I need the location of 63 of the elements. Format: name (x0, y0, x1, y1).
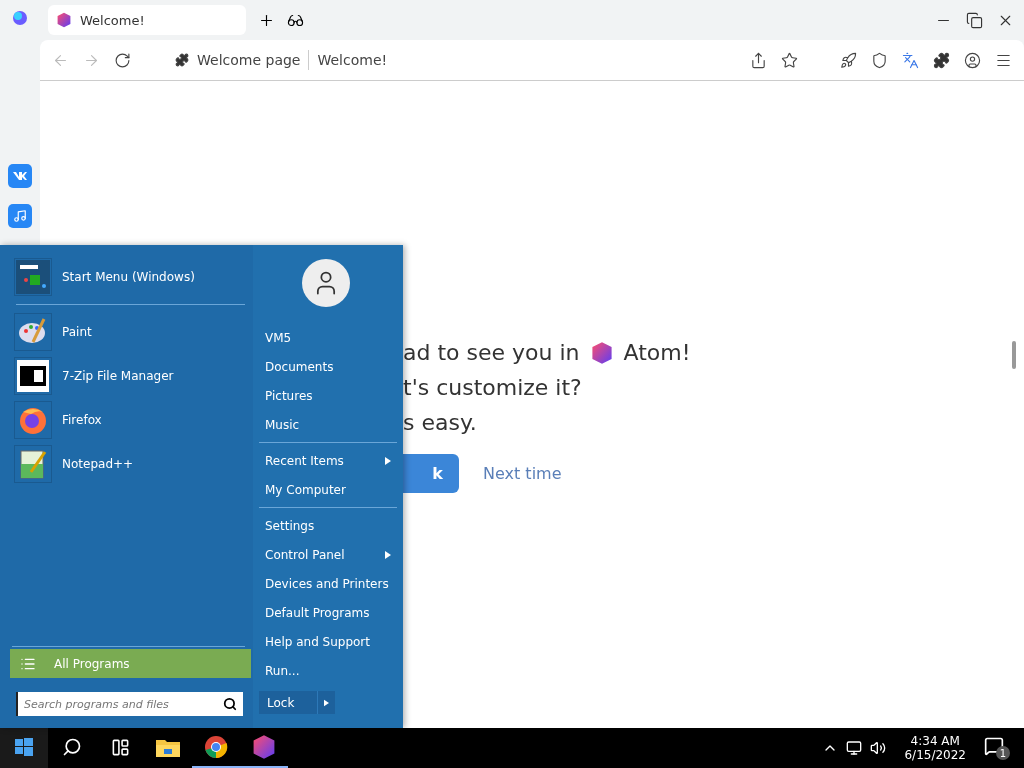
pinned-app[interactable]: Notepad++ (10, 442, 253, 486)
rocket-icon[interactable] (840, 51, 857, 69)
menu-item[interactable]: Devices and Printers (259, 569, 397, 598)
menu-item[interactable]: Default Programs (259, 598, 397, 627)
tab-favicon-icon (56, 12, 72, 28)
puzzle-icon (175, 53, 189, 67)
social-app-icon[interactable] (8, 164, 32, 188)
share-icon[interactable] (750, 51, 767, 69)
site-label: Welcome page (197, 52, 301, 68)
pinned-app[interactable]: Firefox (10, 398, 253, 442)
network-icon[interactable] (846, 740, 863, 756)
chrome-icon (204, 735, 228, 759)
lock-button[interactable]: Lock (259, 691, 317, 714)
arrow-icon (324, 698, 329, 707)
pinned-app[interactable]: Start Menu (Windows) (10, 255, 253, 299)
profile-icon[interactable] (964, 51, 981, 69)
start-menu-app-icon (16, 260, 50, 294)
pinned-app[interactable]: 7-Zip File Manager (10, 354, 253, 398)
browser-logo-icon[interactable] (12, 10, 28, 26)
menu-item[interactable]: My Computer (259, 475, 397, 504)
primary-button[interactable]: k (403, 454, 459, 493)
brand-text: Atom! (623, 340, 691, 365)
start-button[interactable] (0, 728, 48, 768)
menu-item[interactable]: Documents (259, 352, 397, 381)
windows-logo-icon (15, 738, 33, 756)
pinned-app[interactable]: Paint (10, 310, 253, 354)
menu-item[interactable]: Settings (259, 511, 397, 540)
bookmark-icon[interactable] (781, 51, 798, 69)
shield-icon[interactable] (871, 51, 888, 69)
scrollbar-thumb[interactable] (1012, 341, 1016, 369)
search-field[interactable]: Search programs and files (16, 692, 243, 716)
atom-logo-icon (589, 340, 614, 365)
menu-item[interactable]: VM5 (259, 323, 397, 352)
hexagon-app-icon (251, 734, 277, 760)
translate-icon[interactable] (902, 51, 919, 69)
all-programs-button[interactable]: All Programs (10, 649, 251, 678)
clock[interactable]: 4:34 AM 6/15/2022 (904, 734, 966, 762)
next-time-link[interactable]: Next time (483, 464, 562, 483)
extensions-icon[interactable] (933, 51, 950, 69)
menu-item[interactable]: Music (259, 410, 397, 439)
menu-item[interactable]: Control Panel (259, 540, 397, 569)
task-view-icon[interactable] (110, 737, 130, 757)
restore-icon[interactable] (966, 11, 983, 29)
welcome-text: s easy. (403, 410, 477, 435)
music-icon[interactable] (8, 204, 32, 228)
lock-options-button[interactable] (317, 691, 335, 714)
page-title: Welcome! (317, 52, 388, 68)
menu-item[interactable]: Run... (259, 656, 397, 685)
menu-item[interactable]: Pictures (259, 381, 397, 410)
welcome-text: ad to see you in (403, 340, 580, 365)
archive-app-icon (17, 360, 49, 392)
menu-item[interactable]: Recent Items (259, 446, 397, 475)
reload-icon[interactable] (114, 51, 131, 69)
browser-tab[interactable]: Welcome! (48, 5, 246, 35)
user-avatar[interactable] (302, 259, 350, 307)
menu-item[interactable]: Help and Support (259, 627, 397, 656)
folder-icon (156, 737, 180, 757)
notepad-icon (17, 448, 49, 480)
search-icon[interactable] (62, 737, 82, 757)
tab-title: Welcome! (80, 12, 145, 28)
welcome-text: t's customize it? (403, 375, 582, 400)
search-icon[interactable] (223, 697, 237, 711)
volume-icon[interactable] (870, 740, 887, 756)
